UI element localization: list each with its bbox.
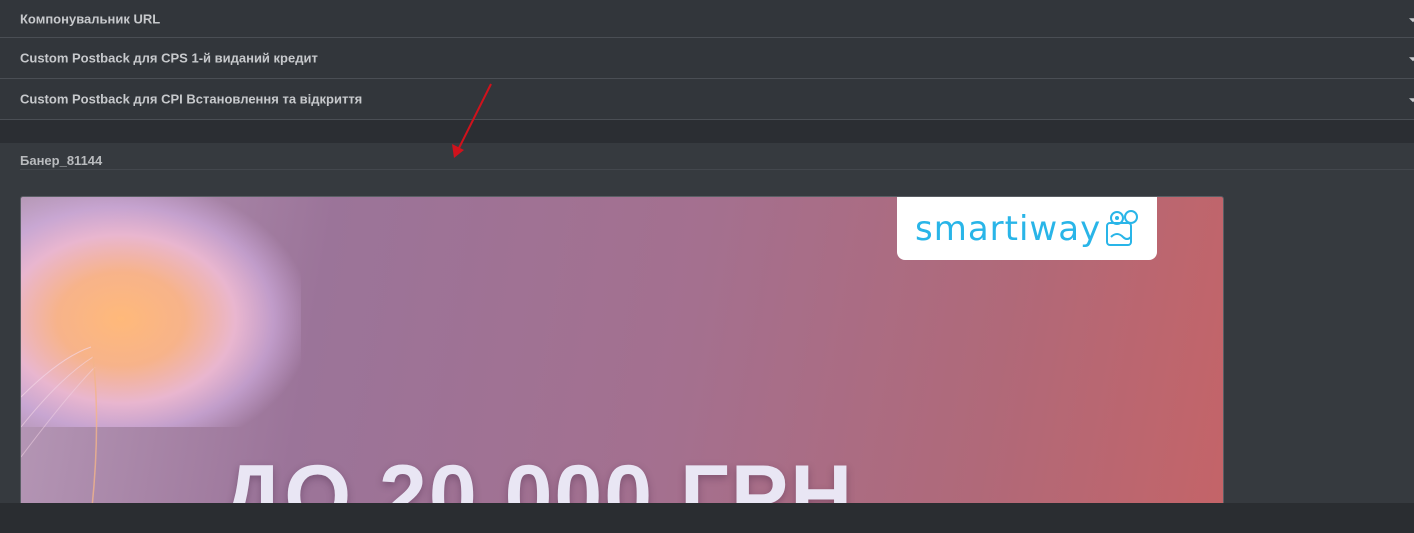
accordion-item-url-builder[interactable]: Компонувальник URL <box>0 0 1414 38</box>
chevron-down-icon[interactable] <box>1409 17 1414 22</box>
annotation-arrow <box>452 83 492 158</box>
banner-panel: Банер_81144 smartiway ДО 20 000 ГРН <box>0 143 1414 518</box>
chevron-down-icon[interactable] <box>1409 98 1414 103</box>
accordion-item-label: Custom Postback для CPS 1-й виданий кред… <box>20 50 318 66</box>
bottom-bar <box>0 503 1414 533</box>
chevron-down-icon[interactable] <box>1409 57 1414 62</box>
accordion-item-label: Компонувальник URL <box>20 11 161 26</box>
section-gap <box>0 123 1414 143</box>
smartiway-logo: smartiway <box>897 197 1157 260</box>
accordion-item-postback-cpi[interactable]: Custom Postback для CPI Встановлення та … <box>0 79 1414 120</box>
settings-accordion: Компонувальник URL Custom Postback для C… <box>0 0 1414 120</box>
logo-text: smartiway <box>915 209 1102 249</box>
accordion-item-postback-cps[interactable]: Custom Postback для CPS 1-й виданий кред… <box>0 38 1414 79</box>
divider <box>20 169 1414 170</box>
banner-title: Банер_81144 <box>20 153 103 168</box>
banner-image[interactable]: smartiway ДО 20 000 ГРН <box>20 196 1224 518</box>
smartiway-logo-icon <box>1106 210 1138 246</box>
accordion-item-label: Custom Postback для CPI Встановлення та … <box>20 91 363 107</box>
banner-decorative-lines <box>21 346 98 517</box>
